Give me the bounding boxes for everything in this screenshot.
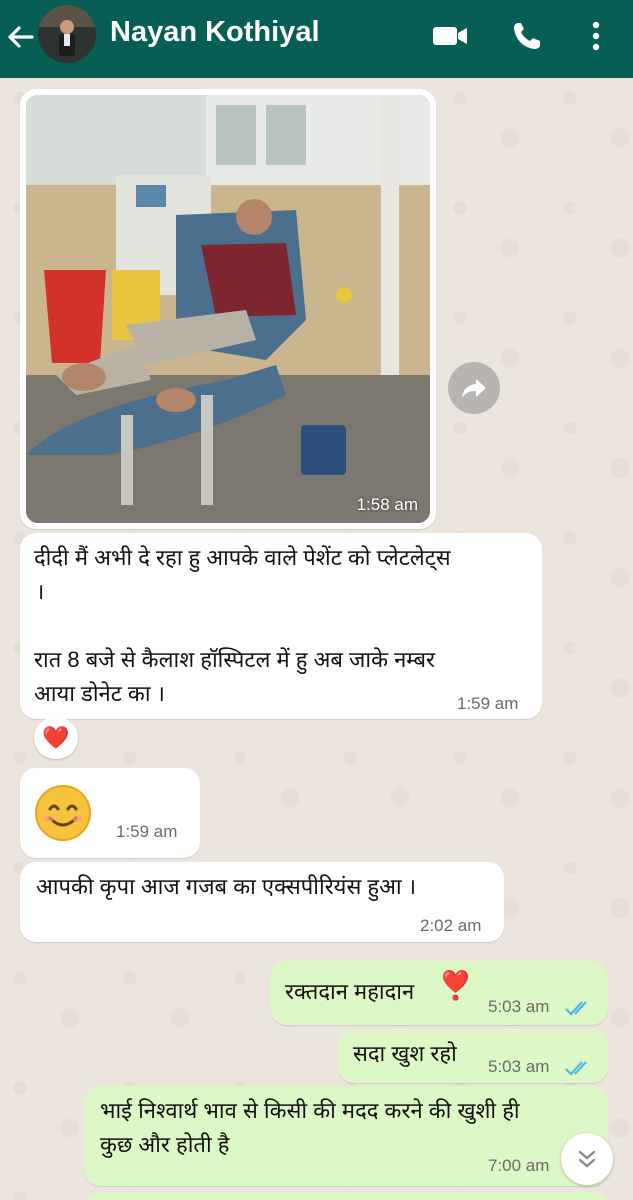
text-message[interactable]: दीदी मैं अभी दे रहा हु आपके वाले पेशेंट … (20, 533, 542, 719)
shared-photo[interactable]: 1:58 am (26, 95, 430, 523)
emoji-message[interactable]: 1:59 am 😊 (20, 768, 200, 858)
heart-exclamation-icon: ❣️ (438, 969, 473, 1002)
message-time: 5:03 am (488, 1057, 550, 1076)
message-line: कुछ और होती है (100, 1132, 230, 1157)
voice-call-icon[interactable] (508, 19, 548, 53)
text-message[interactable]: आपकी कृपा आज गजब का एक्सपीरियंस हुआ । 2:… (20, 862, 504, 942)
double-chevron-down-icon (578, 1150, 596, 1168)
smiling-face-icon (35, 785, 91, 841)
avatar[interactable] (38, 5, 96, 63)
chat-header: Nayan Kothiyal (0, 0, 633, 78)
heart-icon: ❤️ (42, 725, 70, 751)
read-receipt-icon (565, 1061, 587, 1076)
outgoing-message[interactable]: सदा खुश रहो 5:03 am (338, 1029, 608, 1083)
message-line: दीदी मैं अभी दे रहा हु आपके वाले पेशेंट … (34, 545, 451, 570)
back-arrow-icon[interactable] (4, 20, 38, 54)
message-time: 1:58 am (356, 495, 418, 514)
outgoing-message[interactable]: रक्तदान महादान ❣️ 5:03 am (270, 961, 608, 1025)
scroll-to-bottom-button[interactable] (561, 1133, 613, 1185)
message-line: आया डोनेट का । (34, 681, 165, 706)
video-call-icon[interactable] (430, 19, 470, 53)
more-options-icon[interactable] (578, 19, 614, 53)
message-text: आपकी कृपा आज गजब का एक्सपीरियंस हुआ । (36, 874, 417, 899)
message-line: रात 8 बजे से कैलाश हॉस्पिटल में हु अब जा… (34, 647, 436, 672)
message-line: । (36, 579, 45, 604)
outgoing-message[interactable] (84, 1192, 608, 1200)
message-time: 5:03 am (488, 997, 550, 1016)
contact-name[interactable]: Nayan Kothiyal (110, 16, 320, 49)
message-time: 2:02 am (420, 916, 482, 935)
message-text: रक्तदान महादान (285, 979, 415, 1004)
message-line: भाई निश्वार्थ भाव से किसी की मदद करने की… (100, 1098, 520, 1123)
message-time: 7:00 am (488, 1156, 550, 1175)
image-message[interactable]: 1:58 am (20, 89, 436, 529)
forward-button[interactable] (448, 362, 500, 414)
heart-reaction[interactable]: ❤️ (34, 717, 78, 759)
read-receipt-icon (565, 1001, 587, 1016)
message-time: 1:59 am (457, 694, 519, 713)
message-text: सदा खुश रहो (353, 1041, 457, 1066)
forward-icon (462, 379, 486, 398)
message-time: 1:59 am (116, 822, 178, 841)
chat-area[interactable]: 1:58 am दीदी मैं अभी दे रहा हु आपके वाले… (0, 78, 633, 1200)
outgoing-message[interactable]: भाई निश्वार्थ भाव से किसी की मदद करने की… (84, 1086, 608, 1186)
